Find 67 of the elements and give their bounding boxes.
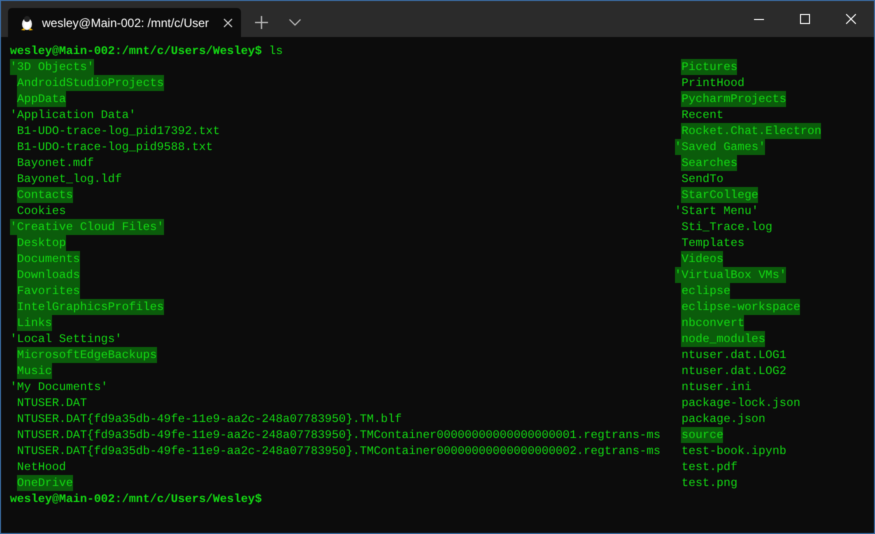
file-name: Sti_Trace.log xyxy=(681,219,772,235)
file-name: test.png xyxy=(681,475,738,491)
file-name: source xyxy=(681,427,724,443)
file-name: AppData xyxy=(16,91,66,107)
file-name: Searches xyxy=(681,155,738,171)
chevron-down-icon xyxy=(289,19,301,26)
plus-icon xyxy=(254,16,268,29)
file-name: B1-UDO-trace-log_pid17392.txt xyxy=(16,123,220,139)
minimize-icon xyxy=(754,18,764,20)
file-name: 'Saved Games' xyxy=(674,139,766,155)
file-name: 'Creative Cloud Files' xyxy=(10,219,164,235)
file-name: SendTo xyxy=(681,171,724,187)
file-name: ntuser.dat.LOG2 xyxy=(681,363,786,379)
file-name: ntuser.ini xyxy=(681,379,752,395)
file-name: Templates xyxy=(681,235,744,251)
file-name: 'My Documents' xyxy=(10,379,108,395)
file-name: Recent xyxy=(681,107,724,123)
shell-prompt: wesley@Main-002:/mnt/c/Users/Wesley$ xyxy=(10,44,262,58)
file-name: NTUSER.DAT{fd9a35db-49fe-11e9-aa2c-248a07783950}.TMContainer00000000000000000001.regtrans-ms xyxy=(16,427,661,443)
file-name: Links xyxy=(16,315,52,331)
file-name: NTUSER.DAT{fd9a35db-49fe-11e9-aa2c-248a07783950}.TMContainer00000000000000000002.regtrans-ms xyxy=(16,443,661,459)
file-name: eclipse-workspace xyxy=(681,299,800,315)
file-name: StarCollege xyxy=(681,187,758,203)
file-name: Cookies xyxy=(16,203,66,219)
file-name: Desktop xyxy=(16,235,66,251)
file-name: IntelGraphicsProfiles xyxy=(16,299,164,315)
file-name: package-lock.json xyxy=(681,395,800,411)
close-icon xyxy=(223,18,233,28)
file-name: Downloads xyxy=(16,267,80,283)
file-name: 'Start Menu' xyxy=(674,203,758,219)
file-name: NTUSER.DAT xyxy=(16,395,87,411)
file-name: NetHood xyxy=(16,459,66,475)
file-name: Music xyxy=(16,363,52,379)
file-name: PycharmProjects xyxy=(681,91,786,107)
file-name: test.pdf xyxy=(681,459,738,475)
file-name: Contacts xyxy=(16,187,73,203)
shell-prompt: wesley@Main-002:/mnt/c/Users/Wesley$ xyxy=(10,492,262,506)
file-name: Rocket.Chat.Electron xyxy=(681,123,822,139)
maximize-icon xyxy=(800,14,810,24)
file-name: Favorites xyxy=(16,283,80,299)
file-name: 'VirtualBox VMs' xyxy=(674,267,786,283)
file-name: test-book.ipynb xyxy=(681,443,786,459)
file-name: OneDrive xyxy=(16,475,73,491)
file-name: AndroidStudioProjects xyxy=(16,75,164,91)
close-icon xyxy=(846,14,856,24)
tab-title: wesley@Main-002: /mnt/c/User xyxy=(42,14,210,32)
file-name: Bayonet_log.ldf xyxy=(16,171,122,187)
file-name: 'Local Settings' xyxy=(10,331,122,347)
file-name: package.json xyxy=(681,411,766,427)
close-tab-button[interactable] xyxy=(223,18,233,28)
file-name: Videos xyxy=(681,251,724,267)
terminal-tab[interactable]: wesley@Main-002: /mnt/c/User xyxy=(8,8,241,37)
file-name: Pictures xyxy=(681,59,738,75)
file-name: node_modules xyxy=(681,331,766,347)
file-name: Bayonet.mdf xyxy=(16,155,94,171)
file-name: 'Application Data' xyxy=(10,107,136,123)
penguin-icon xyxy=(20,14,34,30)
file-name: NTUSER.DAT{fd9a35db-49fe-11e9-aa2c-248a07783950}.TM.blf xyxy=(16,411,402,427)
file-name: ntuser.dat.LOG1 xyxy=(681,347,786,363)
file-name: nbconvert xyxy=(681,315,744,331)
file-name: eclipse xyxy=(681,283,730,299)
file-name: PrintHood xyxy=(681,75,744,91)
file-name: '3D Objects' xyxy=(10,59,94,75)
command-text: ls xyxy=(268,44,283,58)
file-name: MicrosoftEdgeBackups xyxy=(16,347,157,363)
file-name: Documents xyxy=(16,251,80,267)
file-name: B1-UDO-trace-log_pid9588.txt xyxy=(16,139,213,155)
